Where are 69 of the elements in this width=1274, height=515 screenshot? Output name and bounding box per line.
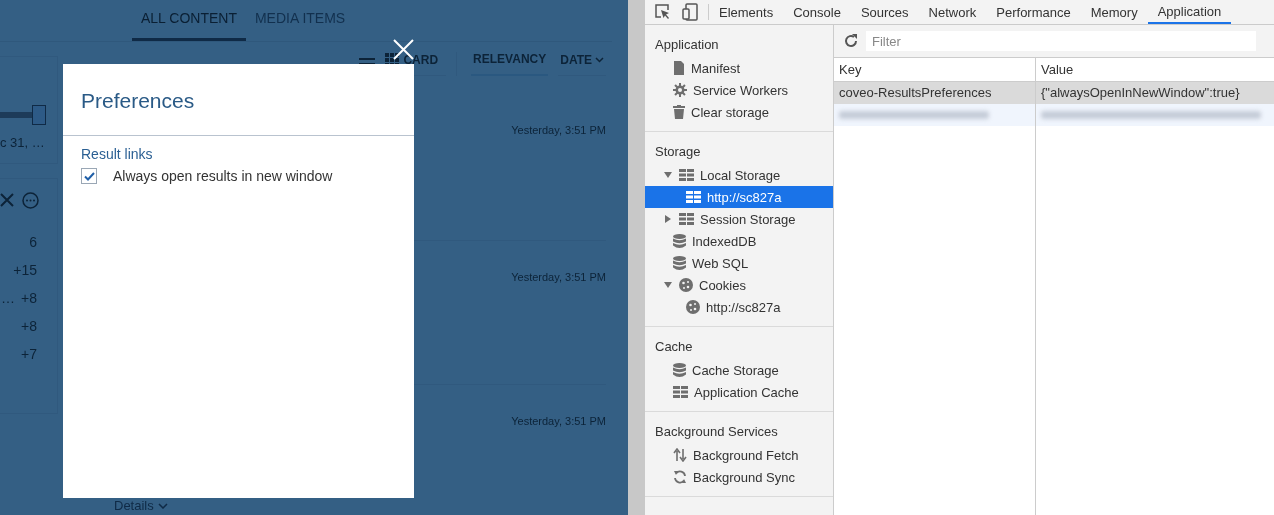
database-icon <box>673 363 686 377</box>
blurred-cell[interactable] <box>1036 104 1274 126</box>
facet-label: … <box>1 289 16 307</box>
more-icon[interactable] <box>22 191 39 209</box>
grid-icon <box>679 213 694 225</box>
tree-item[interactable]: Local Storage <box>645 164 833 186</box>
section-heading: Result links <box>80 145 154 164</box>
facet-count: 6 <box>29 233 37 251</box>
expanded-arrow-icon[interactable] <box>663 281 672 289</box>
facet-count: +8 <box>21 317 37 335</box>
tree-item[interactable]: Session Storage <box>645 208 833 230</box>
panel-tab[interactable]: Network <box>918 0 987 24</box>
slider-handle[interactable] <box>32 105 46 125</box>
tree-item[interactable]: Background Sync <box>645 466 833 488</box>
tree-item[interactable]: Cookies <box>645 274 833 296</box>
gear-icon <box>673 83 687 97</box>
cookie-icon <box>686 300 700 314</box>
facet-count: +15 <box>13 261 37 279</box>
tree-item[interactable]: Cache Storage <box>645 359 833 381</box>
range-slider[interactable] <box>0 105 46 125</box>
panel-tab[interactable]: Sources <box>850 0 919 24</box>
tree-item[interactable]: Clear storage <box>645 101 833 123</box>
blurred-cell[interactable] <box>834 104 1036 126</box>
facet-date: c 31, … <box>0 135 46 150</box>
tree-item[interactable]: http://sc827a <box>645 186 833 208</box>
grid-icon <box>679 169 694 181</box>
caret-icon <box>157 503 168 509</box>
checkbox-label: Always open results in new window <box>113 168 333 184</box>
panel-tab[interactable]: Performance <box>986 0 1081 24</box>
section-heading: Storage <box>654 143 702 161</box>
checkbox[interactable] <box>81 168 97 184</box>
database-icon <box>673 234 686 248</box>
facet-count: +8 <box>21 289 37 307</box>
section-heading: Background Services <box>654 423 779 441</box>
cookie-icon <box>679 278 693 292</box>
grid-icon <box>673 386 688 398</box>
refresh-icon[interactable] <box>844 34 858 48</box>
tree-item[interactable]: Background Fetch <box>645 444 833 466</box>
result-date: Yesterday, 3:51 PM <box>511 124 606 138</box>
tree-item[interactable]: Manifest <box>645 57 833 79</box>
tree-item[interactable]: Service Workers <box>645 79 833 101</box>
panel-tab[interactable]: Console <box>783 0 851 24</box>
sync-icon <box>673 470 687 484</box>
file-icon <box>673 61 685 75</box>
device-icon[interactable] <box>682 3 698 21</box>
table-cell[interactable]: coveo-ResultsPreferences <box>834 82 1036 104</box>
facet-count: +7 <box>21 345 37 363</box>
section-heading: Cache <box>654 338 694 356</box>
scrollbar[interactable] <box>628 0 645 515</box>
result-date: Yesterday, 3:51 PM <box>511 415 606 429</box>
grid-icon <box>686 191 701 203</box>
tree-item[interactable]: Application Cache <box>645 381 833 403</box>
result-date: Yesterday, 3:51 PM <box>511 271 606 285</box>
tree-item[interactable]: Web SQL <box>645 252 833 274</box>
expanded-arrow-icon[interactable] <box>663 171 672 179</box>
section-heading: Application <box>654 36 720 54</box>
table-cell[interactable]: {"alwaysOpenInNewWindow":true} <box>1036 82 1274 104</box>
panel-tab[interactable]: Elements <box>709 0 784 24</box>
filter-field[interactable]: Filter <box>866 31 1256 51</box>
tree-item[interactable]: http://sc827a <box>645 296 833 318</box>
panel-tab[interactable]: Memory <box>1080 0 1148 24</box>
arrows-icon <box>673 448 687 462</box>
collapsed-arrow-icon[interactable] <box>663 215 672 223</box>
dialog-title: Preferences <box>63 64 414 136</box>
inspect-icon[interactable] <box>655 4 671 20</box>
database-icon <box>673 256 686 270</box>
trash-icon <box>673 105 685 119</box>
tree-item[interactable]: IndexedDB <box>645 230 833 252</box>
caret-icon <box>595 56 604 63</box>
